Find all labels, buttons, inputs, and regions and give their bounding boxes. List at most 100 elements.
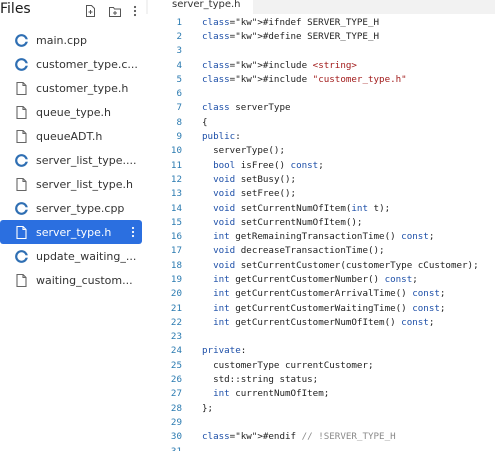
line-number: 2 xyxy=(176,30,182,42)
code-line: 16 int getRemainingTransactionTime() con… xyxy=(146,229,495,243)
tab-label: server_type.h xyxy=(172,0,241,10)
line-number: 4 xyxy=(176,59,182,71)
line-number: 19 xyxy=(170,273,182,285)
line-code: serverType(); xyxy=(202,145,285,157)
line-number: 22 xyxy=(170,316,182,328)
line-number: 29 xyxy=(170,416,182,428)
more-vertical-icon[interactable] xyxy=(128,4,141,18)
code-line: 4 class="kw">#include <string> xyxy=(146,58,495,72)
code-line: 10 serverType(); xyxy=(146,144,495,158)
line-number: 8 xyxy=(176,116,182,128)
line-number: 5 xyxy=(176,73,182,85)
line-code: public: xyxy=(202,131,241,143)
line-code: class="kw">#ifndef SERVER_TYPE_H xyxy=(202,16,380,28)
code-line: 8{ xyxy=(146,115,495,129)
line-number: 12 xyxy=(170,173,182,185)
file-item[interactable]: server_type.cpp xyxy=(0,196,146,220)
file-icon xyxy=(14,273,28,287)
code-line: 30 class="kw">#endif // !SERVER_TYPE_H xyxy=(146,430,495,444)
line-number: 10 xyxy=(170,145,182,157)
line-number: 6 xyxy=(176,88,182,100)
file-item[interactable]: server_type.h xyxy=(0,220,142,244)
code-line: 31 xyxy=(146,444,495,451)
line-number: 17 xyxy=(170,245,182,257)
file-item[interactable]: queueADT.h xyxy=(0,124,146,148)
file-name: main.cpp xyxy=(36,33,87,47)
code-line: 25 customerType currentCustomer; xyxy=(146,358,495,372)
line-code: std::string status; xyxy=(202,374,319,386)
file-name: server_type.h xyxy=(36,225,112,239)
line-code: void setCurrentCustomer(customerType cCu… xyxy=(213,259,479,271)
file-list: main.cpp customer_type.c... customer_type.… xyxy=(0,28,146,292)
line-code: void setCurrentNumOfItem(int t); xyxy=(213,202,391,214)
file-item[interactable]: server_list_type.... xyxy=(0,148,146,172)
line-number: 24 xyxy=(170,345,182,357)
file-explorer-header: Files xyxy=(0,0,146,24)
code-line: 18 void setCurrentCustomer(customerType … xyxy=(146,258,495,272)
line-code: private: xyxy=(202,345,247,357)
file-icon xyxy=(14,129,28,143)
cpp-file-icon xyxy=(14,33,28,47)
line-code: void setFree(); xyxy=(213,188,297,200)
file-icon xyxy=(14,225,28,239)
new-file-icon[interactable] xyxy=(84,4,97,18)
file-options-icon[interactable] xyxy=(128,224,138,240)
file-name: queue_type.h xyxy=(36,105,112,119)
cpp-file-icon xyxy=(14,249,28,263)
editor-tab-bar: server_type.h xyxy=(146,0,495,14)
code-line: 29 xyxy=(146,415,495,429)
line-number: 11 xyxy=(170,159,182,171)
code-line: 6 xyxy=(146,86,495,100)
file-name: waiting_custom... xyxy=(36,273,133,287)
line-code: }; xyxy=(202,402,214,414)
file-name: customer_type.h xyxy=(36,81,129,95)
code-line: 26 std::string status; xyxy=(146,372,495,386)
line-number: 28 xyxy=(170,402,182,414)
code-line: 1 class="kw">#ifndef SERVER_TYPE_H xyxy=(146,15,495,29)
file-icon xyxy=(14,177,28,191)
line-code: { xyxy=(202,116,208,128)
line-code: customerType currentCustomer; xyxy=(202,359,374,371)
line-number: 23 xyxy=(170,331,182,343)
file-item[interactable]: server_list_type.h xyxy=(0,172,146,196)
line-code: class serverType xyxy=(202,102,291,114)
cpp-file-icon xyxy=(14,153,28,167)
code-line: 24 private: xyxy=(146,344,495,358)
line-number: 7 xyxy=(176,102,182,114)
code-line: 9 public: xyxy=(146,129,495,143)
code-line: 11 bool isFree() const; xyxy=(146,158,495,172)
code-line: 5 class="kw">#include "customer_type.h" xyxy=(146,72,495,86)
file-item[interactable]: main.cpp xyxy=(0,28,146,52)
line-code: class="kw">#include <string> xyxy=(202,59,357,71)
file-item[interactable]: customer_type.c... xyxy=(0,52,146,76)
file-explorer: Files main.cpp customer_type.c... customer… xyxy=(0,0,146,451)
file-item[interactable]: queue_type.h xyxy=(0,100,146,124)
line-number: 9 xyxy=(176,131,182,143)
file-name: server_list_type.h xyxy=(36,177,134,191)
file-icon xyxy=(14,105,28,119)
code-editor[interactable]: server_type.h 1 class="kw">#ifndef SERVER… xyxy=(146,0,495,451)
file-name: server_list_type.... xyxy=(36,153,137,167)
file-item[interactable]: waiting_custom... xyxy=(0,268,146,292)
line-code: void setCurrentNumOfItem(); xyxy=(213,216,363,228)
code-area[interactable]: 1 class="kw">#ifndef SERVER_TYPE_H 2 class=… xyxy=(146,15,495,451)
file-name: customer_type.c... xyxy=(36,57,138,71)
line-code: class="kw">#endif // !SERVER_TYPE_H xyxy=(202,431,396,443)
file-name: queueADT.h xyxy=(36,129,103,143)
file-item[interactable]: customer_type.h xyxy=(0,76,146,100)
code-line: 22 int getCurrentCustomerNumOfItem() con… xyxy=(146,315,495,329)
tab-server-type-h[interactable]: server_type.h xyxy=(148,0,253,14)
code-line: 3 xyxy=(146,44,495,58)
file-name: server_type.cpp xyxy=(36,201,125,215)
line-number: 21 xyxy=(170,302,182,314)
code-line: 20 int getCurrentCustomerArrivalTime() c… xyxy=(146,287,495,301)
new-folder-icon[interactable] xyxy=(108,4,121,18)
code-line: 12 void setBusy(); xyxy=(146,172,495,186)
line-code: void decreaseTransactionTime(); xyxy=(213,245,385,257)
line-number: 3 xyxy=(176,45,182,57)
line-number: 16 xyxy=(170,231,182,243)
code-line: 17 void decreaseTransactionTime(); xyxy=(146,244,495,258)
file-item[interactable]: update_waiting_... xyxy=(0,244,146,268)
line-code: bool isFree() const; xyxy=(213,159,324,171)
code-line: 28}; xyxy=(146,401,495,415)
